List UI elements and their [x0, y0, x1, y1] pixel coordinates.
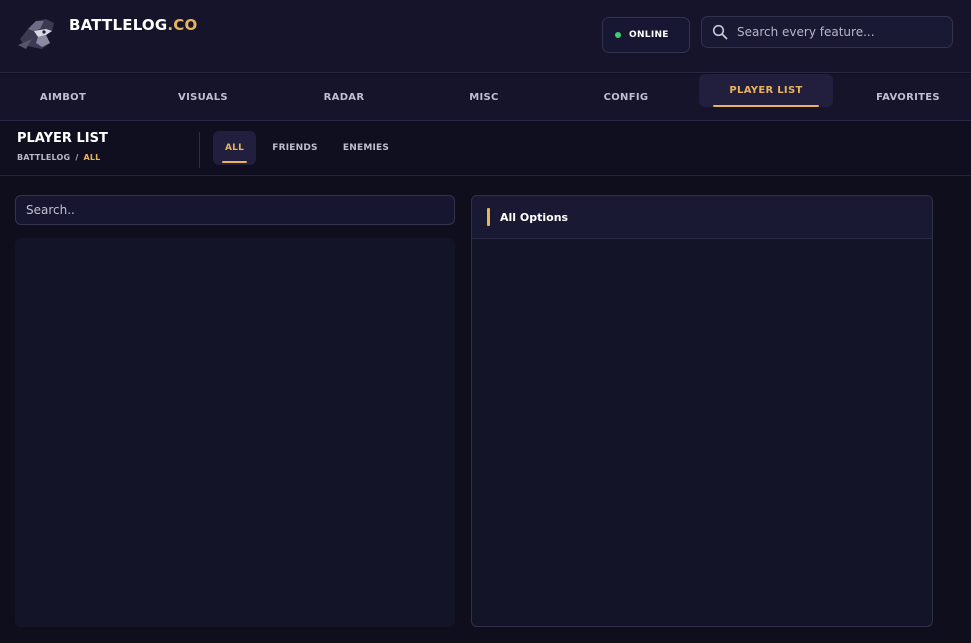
options-panel-header: All Options: [472, 196, 932, 239]
subtab-friends[interactable]: FRIENDS: [272, 131, 317, 165]
status-badge: ONLINE: [602, 17, 690, 53]
accent-bar: [487, 208, 490, 226]
feature-search-input[interactable]: [737, 25, 937, 39]
logo-icon: [18, 19, 54, 49]
tab-favorites[interactable]: FAVORITES: [841, 74, 971, 121]
main-nav: AIMBOT VISUALS RADAR MISC CONFIG PLAYER …: [0, 74, 971, 121]
tab-visuals[interactable]: VISUALS: [136, 74, 270, 121]
breadcrumb-separator: /: [75, 153, 79, 162]
brand-main: BATTLELOG: [69, 16, 168, 34]
app-window: BATTLELOG.CO ONLINE AIMBOT VISUALS RADAR…: [0, 0, 971, 643]
tab-misc[interactable]: MISC: [417, 74, 551, 121]
breadcrumb-current: ALL: [83, 153, 101, 162]
status-dot-icon: [615, 32, 621, 38]
sub-header: PLAYER LIST BATTLELOG / ALL ALL FRIENDS EN…: [0, 122, 971, 176]
subtab-all[interactable]: ALL: [213, 131, 256, 165]
player-search[interactable]: [15, 195, 455, 225]
feature-search[interactable]: [701, 16, 953, 48]
brand-suffix: .CO: [167, 16, 198, 34]
player-list-panel: [15, 238, 455, 627]
options-panel: All Options: [471, 195, 933, 627]
page-title: PLAYER LIST: [17, 131, 108, 146]
search-icon: [712, 24, 728, 40]
header: BATTLELOG.CO ONLINE: [0, 0, 971, 73]
status-label: ONLINE: [629, 30, 669, 40]
breadcrumb-root[interactable]: BATTLELOG: [17, 153, 70, 162]
divider: [199, 132, 200, 168]
player-search-input[interactable]: [26, 203, 426, 217]
breadcrumb: BATTLELOG / ALL: [17, 153, 100, 162]
tab-player-list[interactable]: PLAYER LIST: [699, 74, 833, 107]
options-panel-title: All Options: [500, 210, 569, 224]
tab-radar[interactable]: RADAR: [277, 74, 411, 121]
tab-config[interactable]: CONFIG: [559, 74, 693, 121]
brand-name: BATTLELOG.CO: [69, 16, 197, 34]
tab-aimbot[interactable]: AIMBOT: [0, 74, 130, 121]
subtab-enemies[interactable]: ENEMIES: [343, 131, 389, 165]
